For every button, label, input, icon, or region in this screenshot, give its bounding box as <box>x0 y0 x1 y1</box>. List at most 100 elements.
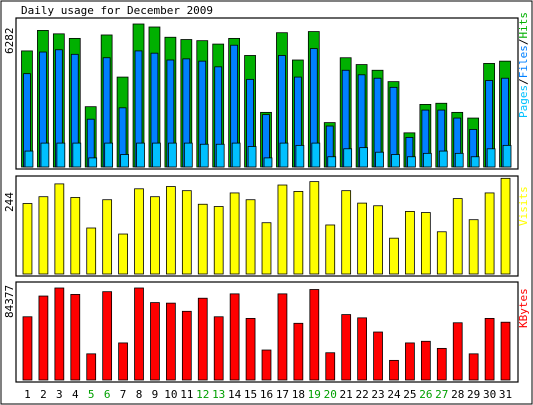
day-label: 31 <box>499 388 512 401</box>
kbytes-bar <box>468 353 479 381</box>
kbytes-bar <box>500 321 511 381</box>
kbytes-bar <box>102 291 113 381</box>
pages-bar <box>215 143 225 168</box>
kbytes-bar <box>436 347 447 381</box>
visits-bar <box>468 219 479 275</box>
kbytes-bar <box>261 349 272 381</box>
day-label: 18 <box>292 388 305 401</box>
kbytes-bar <box>70 294 81 381</box>
legend-files: Files <box>517 45 530 78</box>
kbytes-bar <box>134 287 144 381</box>
day-label: 12 <box>196 388 209 401</box>
visits-bar <box>102 199 113 275</box>
visits-bar <box>213 206 224 275</box>
kbytes-bar <box>405 342 415 381</box>
pages-bar <box>247 146 257 168</box>
pages-bar <box>263 157 273 168</box>
pages-bar <box>152 142 161 168</box>
day-label: 22 <box>355 388 368 401</box>
day-label: 8 <box>136 388 143 401</box>
kbytes-bar <box>245 317 256 381</box>
kbytes-bar <box>86 353 97 381</box>
chart-title: Daily usage for December 2009 <box>21 4 213 17</box>
day-label: 24 <box>387 388 401 401</box>
pages-bar <box>104 142 114 168</box>
day-label: 2 <box>40 388 47 401</box>
visits-bar <box>277 184 288 275</box>
pages-bar <box>24 150 34 168</box>
kbytes-bar <box>373 331 383 381</box>
kbytes-bar <box>325 352 336 381</box>
kbytes-bar <box>213 316 224 381</box>
pages-bar <box>407 156 416 168</box>
visits-bar <box>181 190 192 275</box>
visits-bar <box>245 199 256 275</box>
visits-bar <box>309 181 320 275</box>
kbytes-bar <box>181 310 192 381</box>
visits-bar <box>436 231 447 275</box>
daily-usage-chart: Daily usage for December 2009 6282Pages/… <box>0 0 533 405</box>
visits-bar <box>484 192 495 275</box>
visits-bar <box>420 212 431 275</box>
legend-kbytes: KBytes <box>517 288 530 328</box>
day-label: 17 <box>276 388 289 401</box>
pages-bar <box>120 154 129 168</box>
pages-bar <box>311 142 321 168</box>
pages-bar <box>72 142 82 168</box>
pages-bar <box>470 156 480 168</box>
legend-hits: Hits <box>517 12 530 39</box>
visits-bar <box>357 202 367 275</box>
pages-bar <box>199 143 209 168</box>
day-label: 21 <box>340 388 353 401</box>
day-label: 26 <box>419 388 432 401</box>
pages-bar <box>502 144 512 168</box>
day-label: 30 <box>483 388 496 401</box>
kbytes-bar <box>484 317 495 381</box>
day-label: 10 <box>164 388 177 401</box>
day-label: 27 <box>435 388 448 401</box>
visits-bar <box>405 211 415 275</box>
kbytes-bar <box>197 297 208 381</box>
kbytes-bar <box>229 293 240 381</box>
visits-bar <box>86 227 97 275</box>
kbytes-bar <box>293 322 304 381</box>
pages-bar <box>183 142 193 168</box>
y-max-label: 84377 <box>3 285 16 318</box>
pages-bar <box>343 148 353 168</box>
visits-bar <box>22 203 33 275</box>
legend-pages: Pages <box>517 85 530 118</box>
kbytes-bar <box>309 289 320 381</box>
visits-bar <box>70 197 81 275</box>
day-label: 25 <box>403 388 416 401</box>
kbytes-bar <box>150 302 160 381</box>
day-label: 7 <box>120 388 127 401</box>
kbytes-bar <box>118 342 128 381</box>
kbytes-bar <box>277 293 288 381</box>
pages-bar <box>168 142 177 168</box>
day-label: 3 <box>56 388 63 401</box>
day-label: 23 <box>371 388 384 401</box>
pages-bar <box>359 147 368 168</box>
kbytes-bar <box>389 359 399 381</box>
legend-sep: / <box>517 39 530 46</box>
pages-bar <box>40 142 50 168</box>
visits-bar <box>341 190 352 275</box>
kbytes-bar <box>357 317 367 381</box>
day-label: 4 <box>72 388 79 401</box>
day-label: 5 <box>88 388 95 401</box>
visits-bar <box>38 196 49 275</box>
kbytes-bar <box>166 302 176 381</box>
visits-bar <box>150 196 160 275</box>
day-label: 20 <box>324 388 337 401</box>
day-label: 16 <box>260 388 273 401</box>
pages-bar <box>454 152 464 168</box>
kbytes-bar <box>341 314 352 381</box>
visits-bar <box>54 183 65 275</box>
pages-bar <box>327 156 337 168</box>
kbytes-bar <box>22 316 33 381</box>
pages-bar <box>422 152 432 168</box>
pages-bar <box>88 157 98 168</box>
pages-bar <box>136 142 145 168</box>
visits-bar <box>373 205 383 275</box>
visits-bar <box>229 192 240 275</box>
